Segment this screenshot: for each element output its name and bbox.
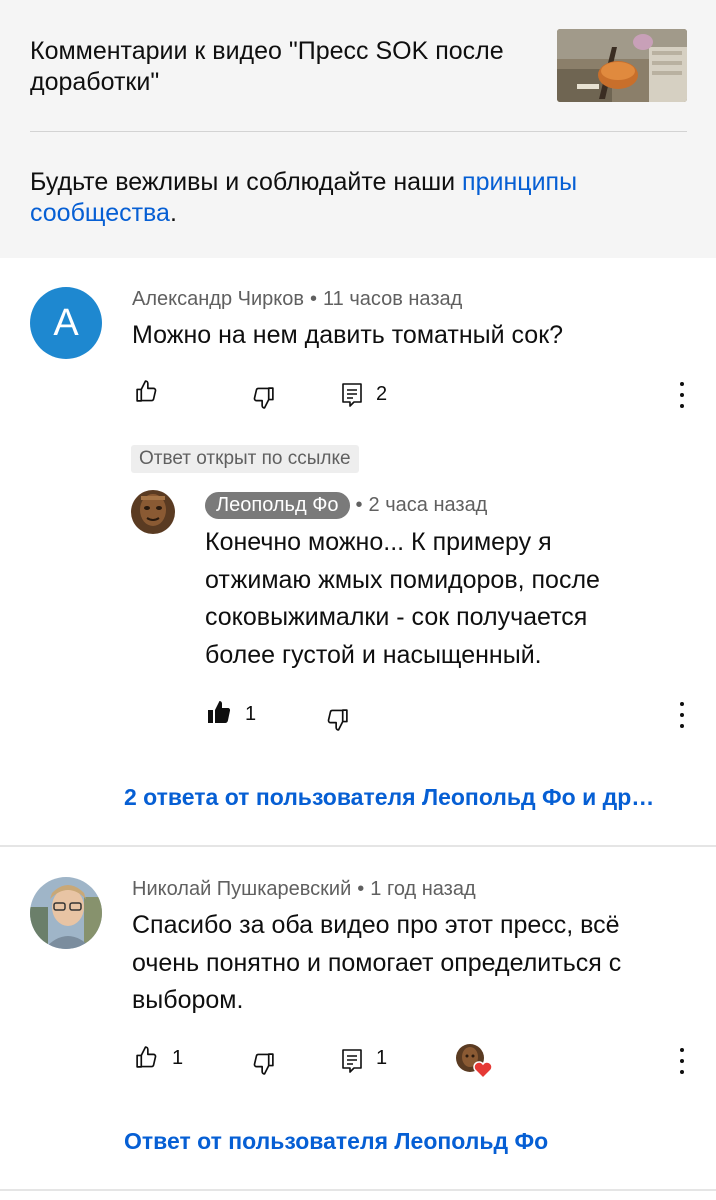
- thumb-down-icon: [327, 709, 348, 731]
- reply-button[interactable]: [340, 1048, 364, 1074]
- comment-author[interactable]: Александр Чирков: [132, 288, 304, 310]
- likes-count: 1: [245, 703, 257, 725]
- guidelines-text: Будьте вежливы и соблюдайте наши: [30, 168, 463, 196]
- community-guidelines-notice: Будьте вежливы и соблюдайте наши принцип…: [30, 167, 670, 229]
- comment-meta: Александр Чирков • 11 часов назад: [132, 288, 462, 311]
- separator-dot: •: [355, 494, 363, 516]
- comment-text-line: выбором.: [132, 986, 244, 1014]
- comment-divider: [0, 1189, 716, 1191]
- guidelines-suffix: .: [169, 199, 177, 227]
- view-replies-link[interactable]: Ответ от пользователя Леопольд Фо: [124, 1128, 686, 1155]
- comment-text: Можно на нем давить томатный сок?: [132, 321, 564, 349]
- like-button[interactable]: [134, 1045, 159, 1070]
- avatar[interactable]: А: [30, 287, 102, 359]
- comment-icon: [342, 1049, 362, 1073]
- dislike-button[interactable]: [325, 707, 350, 732]
- reply-text: Конечно можно... К примеру я отжимаю жмы…: [205, 524, 600, 674]
- dislike-button[interactable]: [251, 385, 276, 410]
- comment-text: Спасибо за оба видео про этот пресс, всё…: [132, 907, 621, 1020]
- thumb-down-icon: [253, 1053, 274, 1075]
- reply-meta: Леопольд Фо • 2 часа назад: [205, 492, 487, 519]
- separator-dot: •: [309, 288, 317, 310]
- comment-meta: Николай Пушкаревский • 1 год назад: [132, 878, 476, 901]
- likes-count: 1: [172, 1047, 184, 1069]
- dislike-button[interactable]: [251, 1051, 276, 1076]
- reply-author-chip[interactable]: Леопольд Фо: [205, 492, 350, 519]
- creator-heart-icon: [455, 1043, 493, 1081]
- reply-button[interactable]: [340, 382, 364, 408]
- reply-text-line: соковыжималки - сок получается: [205, 603, 588, 631]
- more-options-icon[interactable]: [677, 1048, 687, 1074]
- comment-text-line: Спасибо за оба видео про этот пресс, всё: [132, 911, 620, 939]
- thumb-up-icon: [136, 1046, 157, 1068]
- thumb-up-icon: [136, 380, 157, 402]
- replies-count: 1: [376, 1047, 388, 1069]
- like-button[interactable]: [134, 379, 159, 404]
- avatar[interactable]: [131, 490, 175, 534]
- reply-time[interactable]: 2 часа назад: [369, 494, 488, 516]
- reply-text-line: более густой и насыщенный.: [205, 640, 542, 669]
- thumb-down-icon: [253, 387, 274, 409]
- comments-header: Комментарии к видео "Пресс SOK после дор…: [0, 0, 716, 258]
- comment-time[interactable]: 1 год назад: [370, 878, 475, 900]
- comment-divider: [0, 845, 716, 847]
- reply-text-line: отжимаю жмых помидоров, после: [205, 565, 600, 594]
- comment-author[interactable]: Николай Пушкаревский: [132, 878, 351, 900]
- avatar[interactable]: [30, 877, 102, 949]
- separator-dot: •: [357, 878, 365, 900]
- comment-icon: [342, 383, 362, 407]
- reply-text-line: Конечно можно... К примеру я: [205, 528, 552, 556]
- more-options-icon[interactable]: [677, 702, 687, 728]
- replies-count: 2: [376, 383, 388, 405]
- comment-time[interactable]: 11 часов назад: [323, 288, 462, 310]
- like-button[interactable]: [207, 701, 231, 723]
- more-options-icon[interactable]: [677, 382, 687, 408]
- view-replies-link[interactable]: 2 ответа от пользователя Леопольд Фо и д…: [124, 784, 686, 811]
- thumb-up-filled-icon: [208, 701, 231, 723]
- highlighted-reply-badge: Ответ открыт по ссылке: [131, 445, 359, 473]
- comment-text-line: очень понятно и помогает определиться с: [132, 948, 622, 977]
- video-thumbnail[interactable]: [557, 29, 687, 102]
- video-title: Комментарии к видео "Пресс SOK после дор…: [30, 37, 504, 96]
- header-divider: [30, 131, 687, 132]
